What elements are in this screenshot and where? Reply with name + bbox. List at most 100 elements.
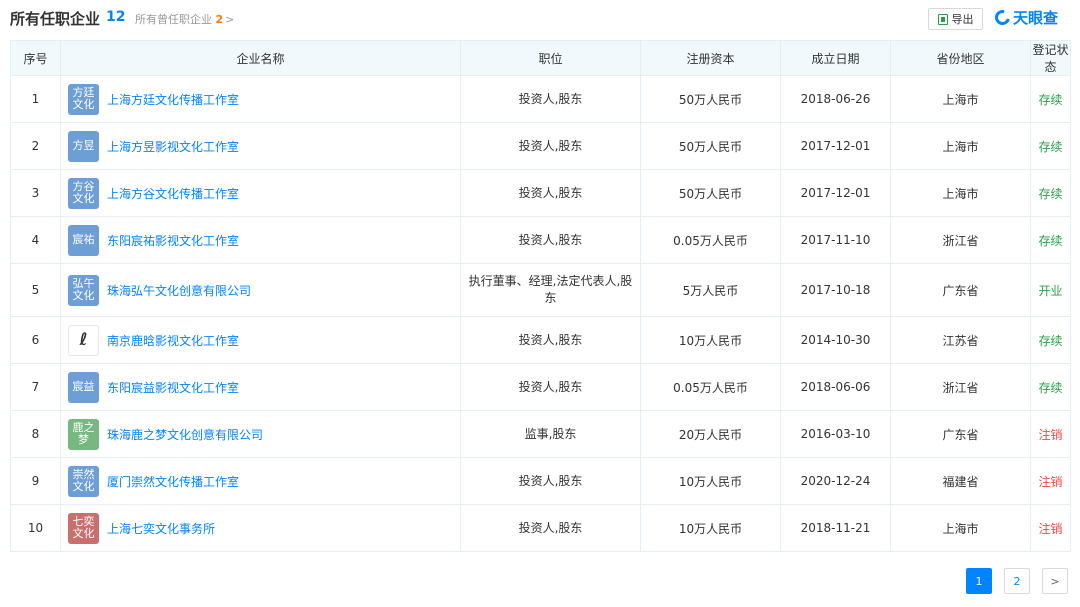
page-button-1[interactable]: 1: [966, 568, 992, 594]
table-row: 5 弘午文化 珠海弘午文化创意有限公司 执行董事、经理,法定代表人,股东 5万人民币 20…: [10, 263, 1071, 317]
column-header-position: 职位: [460, 40, 641, 76]
status-cell: 存续: [1030, 122, 1071, 170]
row-number: 9: [10, 457, 61, 505]
company-count: 12: [106, 9, 126, 25]
company-cell: 弘午文化 珠海弘午文化创意有限公司: [60, 263, 461, 317]
company-name-link[interactable]: 东阳宸祐影视文化工作室: [107, 232, 239, 249]
region-cell: 浙江省: [890, 363, 1031, 411]
position-cell: 投资人,股东: [460, 169, 641, 217]
section-header: 所有任职企业 12 所有曾任职企业 2 > 导出 天眼查: [10, 6, 1070, 34]
section-title: 所有任职企业: [10, 10, 101, 28]
table-row: 3 方谷文化 上海方谷文化传播工作室 投资人,股东 50万人民币 2017-12-01 上海…: [10, 169, 1071, 217]
row-number: 4: [10, 216, 61, 264]
company-logo[interactable]: 方廷文化: [68, 83, 99, 115]
table-row: 1 方廷文化 上海方廷文化传播工作室 投资人,股东 50万人民币 2018-06-26 上海…: [10, 75, 1071, 123]
tianyancha-logo-icon: [992, 7, 1013, 28]
capital-cell: 5万人民币: [640, 263, 781, 317]
region-cell: 上海市: [890, 75, 1031, 123]
company-logo[interactable]: 弘午文化: [68, 274, 99, 306]
table-row: 10 七奕文化 上海七奕文化事务所 投资人,股东 10万人民币 2018-11-21 上海市…: [10, 504, 1071, 552]
table-header-row: 序号 企业名称 职位 注册资本 成立日期 省份地区 登记状态: [10, 40, 1071, 76]
company-name-link[interactable]: 上海七奕文化事务所: [107, 520, 215, 537]
date-cell: 2018-11-21: [780, 504, 891, 552]
row-number: 8: [10, 410, 61, 458]
former-companies-link[interactable]: 所有曾任职企业 2 >: [135, 11, 234, 27]
company-logo[interactable]: 鹿之梦: [68, 418, 99, 450]
region-cell: 上海市: [890, 504, 1031, 552]
export-label: 导出: [951, 13, 974, 26]
company-logo[interactable]: ℓ: [68, 324, 99, 356]
row-number: 1: [10, 75, 61, 123]
date-cell: 2017-11-10: [780, 216, 891, 264]
capital-cell: 10万人民币: [640, 457, 781, 505]
region-cell: 浙江省: [890, 216, 1031, 264]
brand-logo: 天眼查: [992, 7, 1059, 28]
table-row: 6 ℓ 南京鹿晗影视文化工作室 投资人,股东 10万人民币 2014-10-30 江苏省 存续: [10, 316, 1071, 364]
company-name-link[interactable]: 珠海鹿之梦文化创意有限公司: [107, 426, 263, 443]
row-number: 3: [10, 169, 61, 217]
companies-table: 序号 企业名称 职位 注册资本 成立日期 省份地区 登记状态 1 方廷文化 上海方廷…: [10, 40, 1071, 552]
former-companies-label: 所有曾任职企业: [135, 13, 212, 26]
company-name-link[interactable]: 上海方昱影视文化工作室: [107, 138, 239, 155]
capital-cell: 20万人民币: [640, 410, 781, 458]
date-cell: 2017-10-18: [780, 263, 891, 317]
date-cell: 2014-10-30: [780, 316, 891, 364]
company-logo[interactable]: 方昱: [68, 130, 99, 162]
position-cell: 投资人,股东: [460, 504, 641, 552]
export-button[interactable]: 导出: [928, 8, 983, 30]
position-cell: 投资人,股东: [460, 363, 641, 411]
capital-cell: 50万人民币: [640, 75, 781, 123]
company-name-link[interactable]: 南京鹿晗影视文化工作室: [107, 332, 239, 349]
date-cell: 2017-12-01: [780, 122, 891, 170]
row-number: 10: [10, 504, 61, 552]
table-row: 2 方昱 上海方昱影视文化工作室 投资人,股东 50万人民币 2017-12-01 上海市存…: [10, 122, 1071, 170]
company-logo[interactable]: 方谷文化: [68, 177, 99, 209]
position-cell: 投资人,股东: [460, 457, 641, 505]
table-row: 4 宸祐 东阳宸祐影视文化工作室 投资人,股东 0.05万人民币 2017-11-10 浙江…: [10, 216, 1071, 264]
brand-name: 天眼查: [1013, 9, 1059, 27]
former-companies-count: 2: [215, 13, 224, 26]
row-number: 6: [10, 316, 61, 364]
company-logo[interactable]: 宸祐: [68, 224, 99, 256]
row-number: 5: [10, 263, 61, 317]
company-name-link[interactable]: 厦门崇然文化传播工作室: [107, 473, 239, 490]
region-cell: 广东省: [890, 410, 1031, 458]
capital-cell: 10万人民币: [640, 504, 781, 552]
company-name-link[interactable]: 珠海弘午文化创意有限公司: [107, 282, 251, 299]
company-name-link[interactable]: 上海方廷文化传播工作室: [107, 91, 239, 108]
position-cell: 监事,股东: [460, 410, 641, 458]
capital-cell: 10万人民币: [640, 316, 781, 364]
company-cell: ℓ 南京鹿晗影视文化工作室: [60, 316, 461, 364]
region-cell: 江苏省: [890, 316, 1031, 364]
position-cell: 执行董事、经理,法定代表人,股东: [460, 263, 641, 317]
page-button-2[interactable]: 2: [1004, 568, 1030, 594]
status-cell: 存续: [1030, 363, 1071, 411]
region-cell: 上海市: [890, 122, 1031, 170]
column-header-company: 企业名称: [60, 40, 461, 76]
lu-logo-mark-icon: ℓ: [79, 330, 88, 350]
status-cell: 存续: [1030, 216, 1071, 264]
column-header-capital: 注册资本: [640, 40, 781, 76]
status-cell: 存续: [1030, 316, 1071, 364]
position-cell: 投资人,股东: [460, 316, 641, 364]
next-page-button[interactable]: >: [1042, 568, 1068, 594]
company-logo[interactable]: 七奕文化: [68, 512, 99, 544]
date-cell: 2020-12-24: [780, 457, 891, 505]
chevron-right-icon: >: [225, 13, 235, 26]
company-logo[interactable]: 宸益: [68, 371, 99, 403]
date-cell: 2016-03-10: [780, 410, 891, 458]
company-name-link[interactable]: 上海方谷文化传播工作室: [107, 185, 239, 202]
date-cell: 2018-06-26: [780, 75, 891, 123]
column-header-region: 省份地区: [890, 40, 1031, 76]
status-cell: 开业: [1030, 263, 1071, 317]
company-cell: 方昱 上海方昱影视文化工作室: [60, 122, 461, 170]
capital-cell: 50万人民币: [640, 122, 781, 170]
column-header-no: 序号: [10, 40, 61, 76]
company-name-link[interactable]: 东阳宸益影视文化工作室: [107, 379, 239, 396]
row-number: 7: [10, 363, 61, 411]
company-cell: 宸益 东阳宸益影视文化工作室: [60, 363, 461, 411]
company-logo[interactable]: 崇然文化: [68, 465, 99, 497]
position-cell: 投资人,股东: [460, 122, 641, 170]
table-row: 9 崇然文化 厦门崇然文化传播工作室 投资人,股东 10万人民币 2020-12-24 福建…: [10, 457, 1071, 505]
date-cell: 2018-06-06: [780, 363, 891, 411]
